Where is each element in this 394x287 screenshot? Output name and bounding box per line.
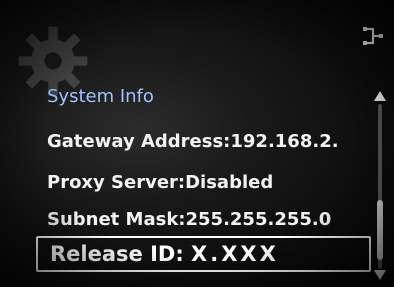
section-title: System Info — [47, 86, 154, 107]
menu-item-proxy-server[interactable]: Proxy Server:Disabled — [47, 172, 273, 193]
release-id-label: Release ID: — [50, 242, 184, 266]
scrollbar-thumb[interactable] — [377, 200, 383, 260]
scroll-up-arrow-icon[interactable] — [374, 91, 386, 101]
menu-item-gateway-address[interactable]: Gateway Address:192.168.2. — [47, 131, 339, 152]
scroll-down-arrow-icon[interactable] — [374, 270, 386, 280]
menu-item-subnet-mask[interactable]: Subnet Mask:255.255.255.0 — [47, 209, 331, 230]
release-id-value: X.XXX — [191, 242, 279, 266]
menu-item-release-id[interactable]: Release ID: X.XXX — [50, 242, 279, 266]
device-screen: System Info Gateway Address:192.168.2. P… — [0, 0, 394, 287]
connection-icon — [363, 27, 383, 45]
